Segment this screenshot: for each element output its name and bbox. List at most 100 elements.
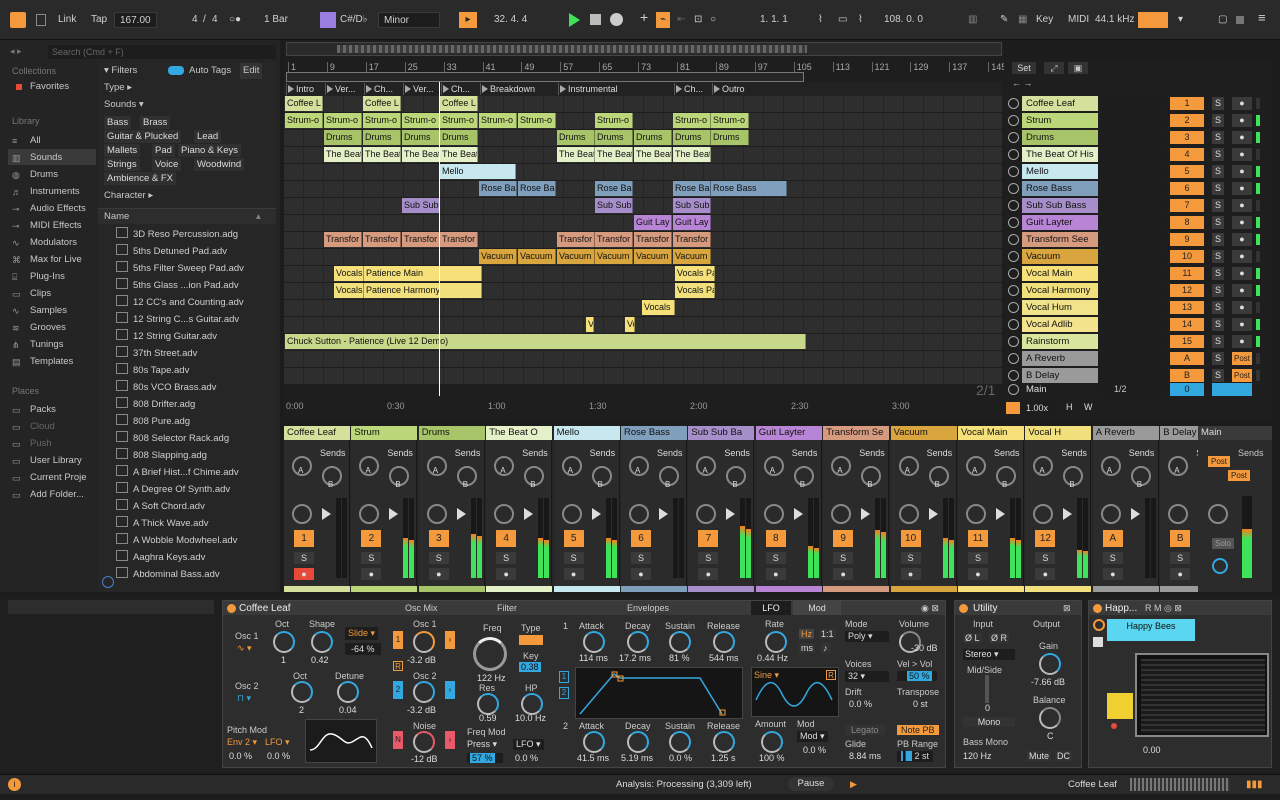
zoom-field[interactable]: 1.00x [1022,402,1056,414]
drift-value[interactable]: 0.0 % [849,699,872,709]
fader-handle-icon[interactable] [524,508,534,520]
mixer-arm-button[interactable]: ● [698,568,719,580]
song-position-field[interactable]: 32. 4. 4 [494,12,527,28]
solo-button[interactable]: S [1212,369,1224,382]
fader-handle-icon[interactable] [928,508,938,520]
loop-length-field[interactable]: 108. 0. 0 [884,12,923,28]
arrangement-lane[interactable] [284,351,1002,367]
pan-knob[interactable] [494,504,515,524]
track-clip-slot[interactable] [1100,335,1164,348]
track-header[interactable]: Drums 3 S ● [1006,130,1272,146]
arrangement-clip[interactable]: Drums [440,130,478,145]
device-options-icon[interactable]: ◉ ⊠ [921,603,939,614]
track-number[interactable]: 3 [1170,131,1204,144]
tag-lead[interactable]: Lead [194,130,222,143]
track-number[interactable]: 11 [1170,267,1204,280]
session-record-icon[interactable]: ○ [710,12,716,28]
pencil-icon[interactable]: ✎ [1000,12,1008,28]
lfo-amount-knob[interactable] [761,731,783,753]
phase-right-button[interactable]: Ø R [989,633,1010,643]
mixer-arm-button[interactable]: ● [563,568,584,580]
rack-macro-icon[interactable] [1093,619,1105,631]
track-activator-button[interactable]: 8 [765,530,786,547]
mixer-solo-button[interactable]: S [968,552,988,564]
arrangement-clip[interactable]: Rose Bas [673,181,711,196]
arrangement-clip[interactable]: Vacuum [634,249,672,264]
file-list-item[interactable]: 808 Slapping.adg [116,447,207,464]
time-signature-numerator[interactable]: 4 [192,12,198,28]
mixer-solo-button[interactable]: S [428,552,449,564]
track-play-icon[interactable] [1008,132,1019,143]
mixer-channel-name[interactable]: A Reverb [1092,426,1159,440]
bar-meter-icon[interactable]: ▮▮▮ [1246,779,1263,790]
osc2-level-knob[interactable] [413,681,435,703]
rack-buttons-icon[interactable]: R M ◎ ⊠ [1145,603,1182,614]
arrangement-clip[interactable]: Drums [711,130,749,145]
locator-marker[interactable]: Ver... [403,83,441,95]
arrangement-clip[interactable]: Guit Lay [673,215,711,230]
rack-on-icon[interactable] [1093,604,1102,613]
track-play-icon[interactable] [1008,115,1019,126]
arrangement-clip[interactable]: Transfor [557,232,595,247]
fader-handle-icon[interactable] [726,508,736,520]
arrangement-clip[interactable]: The Beat [634,147,672,162]
arrangement-clip[interactable]: Sub Sub [673,198,711,213]
track-clip-slot[interactable] [1100,148,1164,161]
mixer-solo-button[interactable]: S [900,552,921,564]
track-clip-slot[interactable] [1100,199,1164,212]
track-play-icon[interactable] [1008,183,1019,194]
arrangement-clip[interactable]: Strum-o [363,113,401,128]
arrangement-clip[interactable]: Vacuum [557,249,595,264]
arrangement-clip[interactable]: Guit Lay [634,215,672,230]
tab-lfo[interactable]: LFO [751,601,791,615]
track-clip-slot[interactable] [1100,352,1164,365]
place-item-4[interactable]: Current Proje [30,470,87,486]
add-chain-icon[interactable] [1093,637,1103,647]
file-list-item[interactable]: Aaghra Keys.adv [116,549,205,566]
shape-knob[interactable] [311,631,333,653]
mixer-arm-button[interactable]: ● [900,568,921,580]
sounds-filter[interactable]: Sounds ▾ [104,97,144,113]
pan-knob[interactable] [292,504,312,524]
track-clip-slot[interactable] [1100,97,1164,110]
locator-marker[interactable]: Ch... [674,83,712,95]
pan-knob[interactable] [898,504,919,524]
filter-type-button[interactable] [519,635,543,645]
arm-button[interactable]: ● [1232,165,1252,178]
fader-handle-icon[interactable] [1063,508,1073,520]
track-activator-button[interactable]: B [1170,530,1191,547]
track-play-icon[interactable] [1008,336,1019,347]
file-list-item[interactable]: 3D Reso Percussion.adg [116,226,238,243]
fader-handle-icon[interactable] [591,508,601,520]
place-item-2[interactable]: Push [30,436,52,452]
live-logo-icon[interactable] [10,12,26,28]
arm-button[interactable]: ● [1232,182,1252,195]
track-clip-slot[interactable] [1100,267,1164,280]
arrangement-clip[interactable]: Patience Harmony [364,283,482,298]
file-list-item[interactable]: 12 String Guitar.adv [116,328,217,345]
track-number[interactable]: 8 [1170,216,1204,229]
solo-button[interactable]: S [1212,182,1224,195]
arrangement-clip[interactable]: The Beat [440,147,478,162]
solo-button[interactable]: S [1212,250,1224,263]
fader-handle-icon[interactable] [389,508,399,520]
place-item-5[interactable]: Add Folder... [30,487,84,503]
lfo-note-icon[interactable]: ♪ [821,643,830,653]
track-activator-button[interactable]: 9 [833,530,854,547]
track-clip-slot[interactable] [1100,114,1164,127]
file-list-item[interactable]: A Wobble Modwheel.adv [116,532,237,549]
loop-brace[interactable] [286,72,804,82]
track-name[interactable]: Strum [1022,113,1098,128]
mixer-arm-button[interactable]: ● [765,568,786,580]
noise-mix-toggle[interactable]: N [393,731,403,749]
main-track-number[interactable]: 0 [1170,383,1204,396]
arrangement-clip[interactable]: The Beat [557,147,595,162]
solo-button[interactable]: S [1212,233,1224,246]
mixer-arm-button[interactable]: ● [361,568,382,580]
mixer-solo-button[interactable]: S [1035,552,1056,564]
pan-knob[interactable] [629,504,649,524]
file-list-item[interactable]: 80s Tape.adv [116,362,189,379]
track-activator-button[interactable]: 3 [428,530,449,547]
track-header[interactable]: Transform See 9 S ● [1006,232,1272,248]
arrangement-clip[interactable]: Sub Sub [402,198,440,213]
